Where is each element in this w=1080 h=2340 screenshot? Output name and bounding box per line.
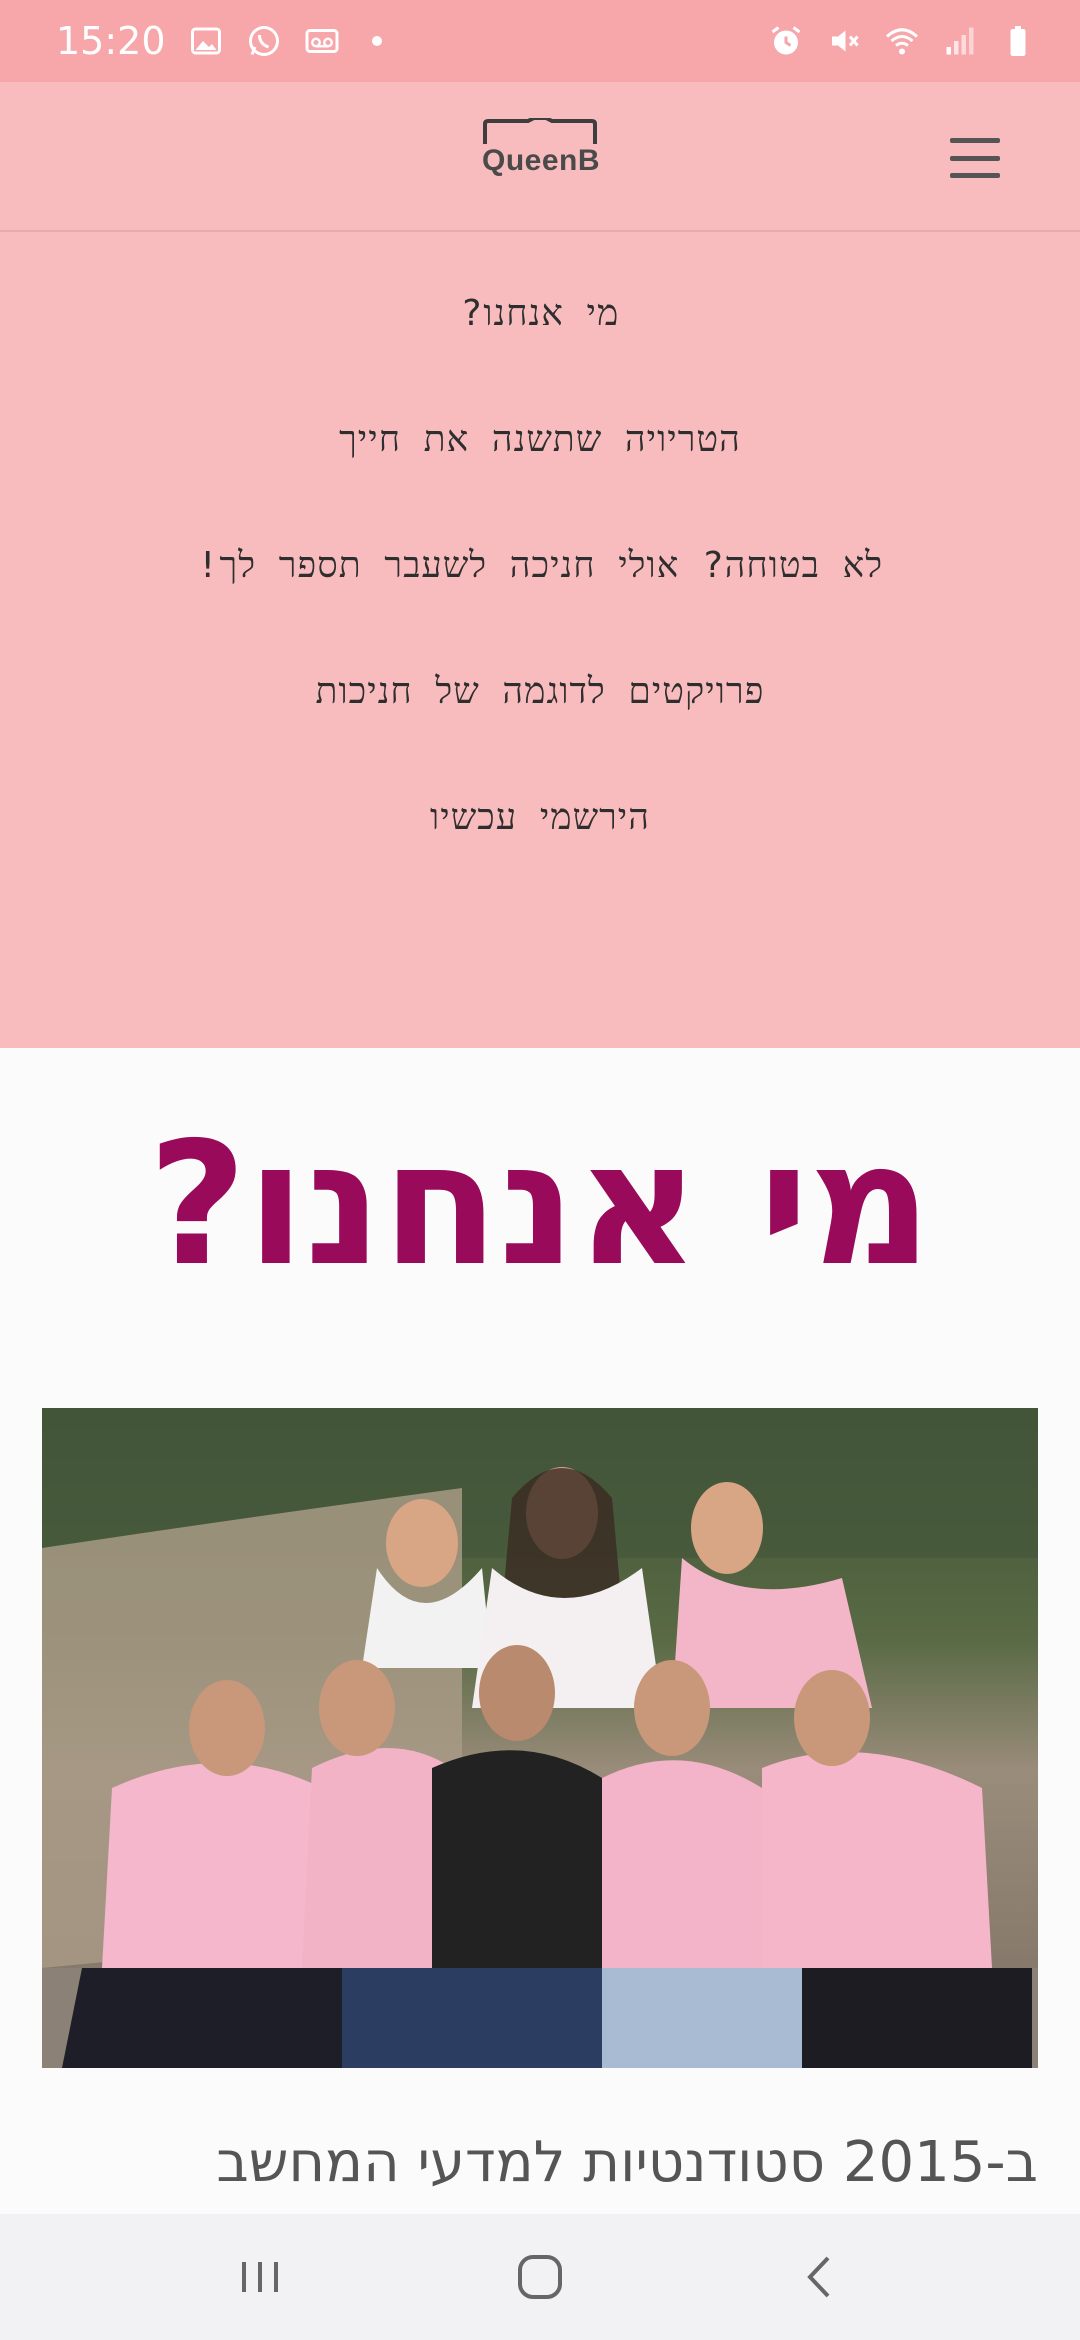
nav-menu: מי אנחנו? הטריויה שתשנה את חייך לא בטוחה… [0,232,1080,1048]
intro-text: ב-2015 סטודנטיות למדעי המחשב [216,2130,1038,2195]
page-title: מי אנחנו? [148,1106,932,1304]
status-right [768,23,1036,59]
battery-icon [1000,23,1036,59]
site-header: QueenB [0,82,1080,232]
notification-dot [371,36,382,46]
status-time: 15:20 [56,19,166,63]
nav-item-trivia[interactable]: הטריויה שתשנה את חייך [0,418,1080,460]
wifi-icon [884,23,920,59]
nav-item-projects[interactable]: פרויקטים לדוגמה של חניכות [0,670,1080,712]
voicemail-icon [304,23,340,59]
nav-item-register[interactable]: הירשמי עכשיו [0,796,1080,838]
status-bar: 15:20 [0,0,1080,82]
back-icon[interactable] [790,2252,850,2302]
alarm-icon [768,23,804,59]
nav-item-about[interactable]: מי אנחנו? [0,292,1080,334]
team-photo [42,1408,1038,2068]
signal-icon [942,23,978,59]
whatsapp-icon [246,23,282,59]
system-nav-bar [0,2214,1080,2340]
hamburger-menu-icon[interactable] [950,138,1000,178]
image-icon [188,23,224,59]
home-icon[interactable] [510,2252,570,2302]
nav-item-testimonials[interactable]: לא בטוחה? אולי חניכה לשעבר תספר לך! [0,544,1080,586]
queenb-logo[interactable]: QueenB [478,118,604,190]
recent-apps-icon[interactable] [230,2252,290,2302]
mute-icon [826,23,862,59]
logo-text: QueenB [481,144,601,177]
crown-icon [483,118,597,144]
status-left: 15:20 [56,19,382,63]
